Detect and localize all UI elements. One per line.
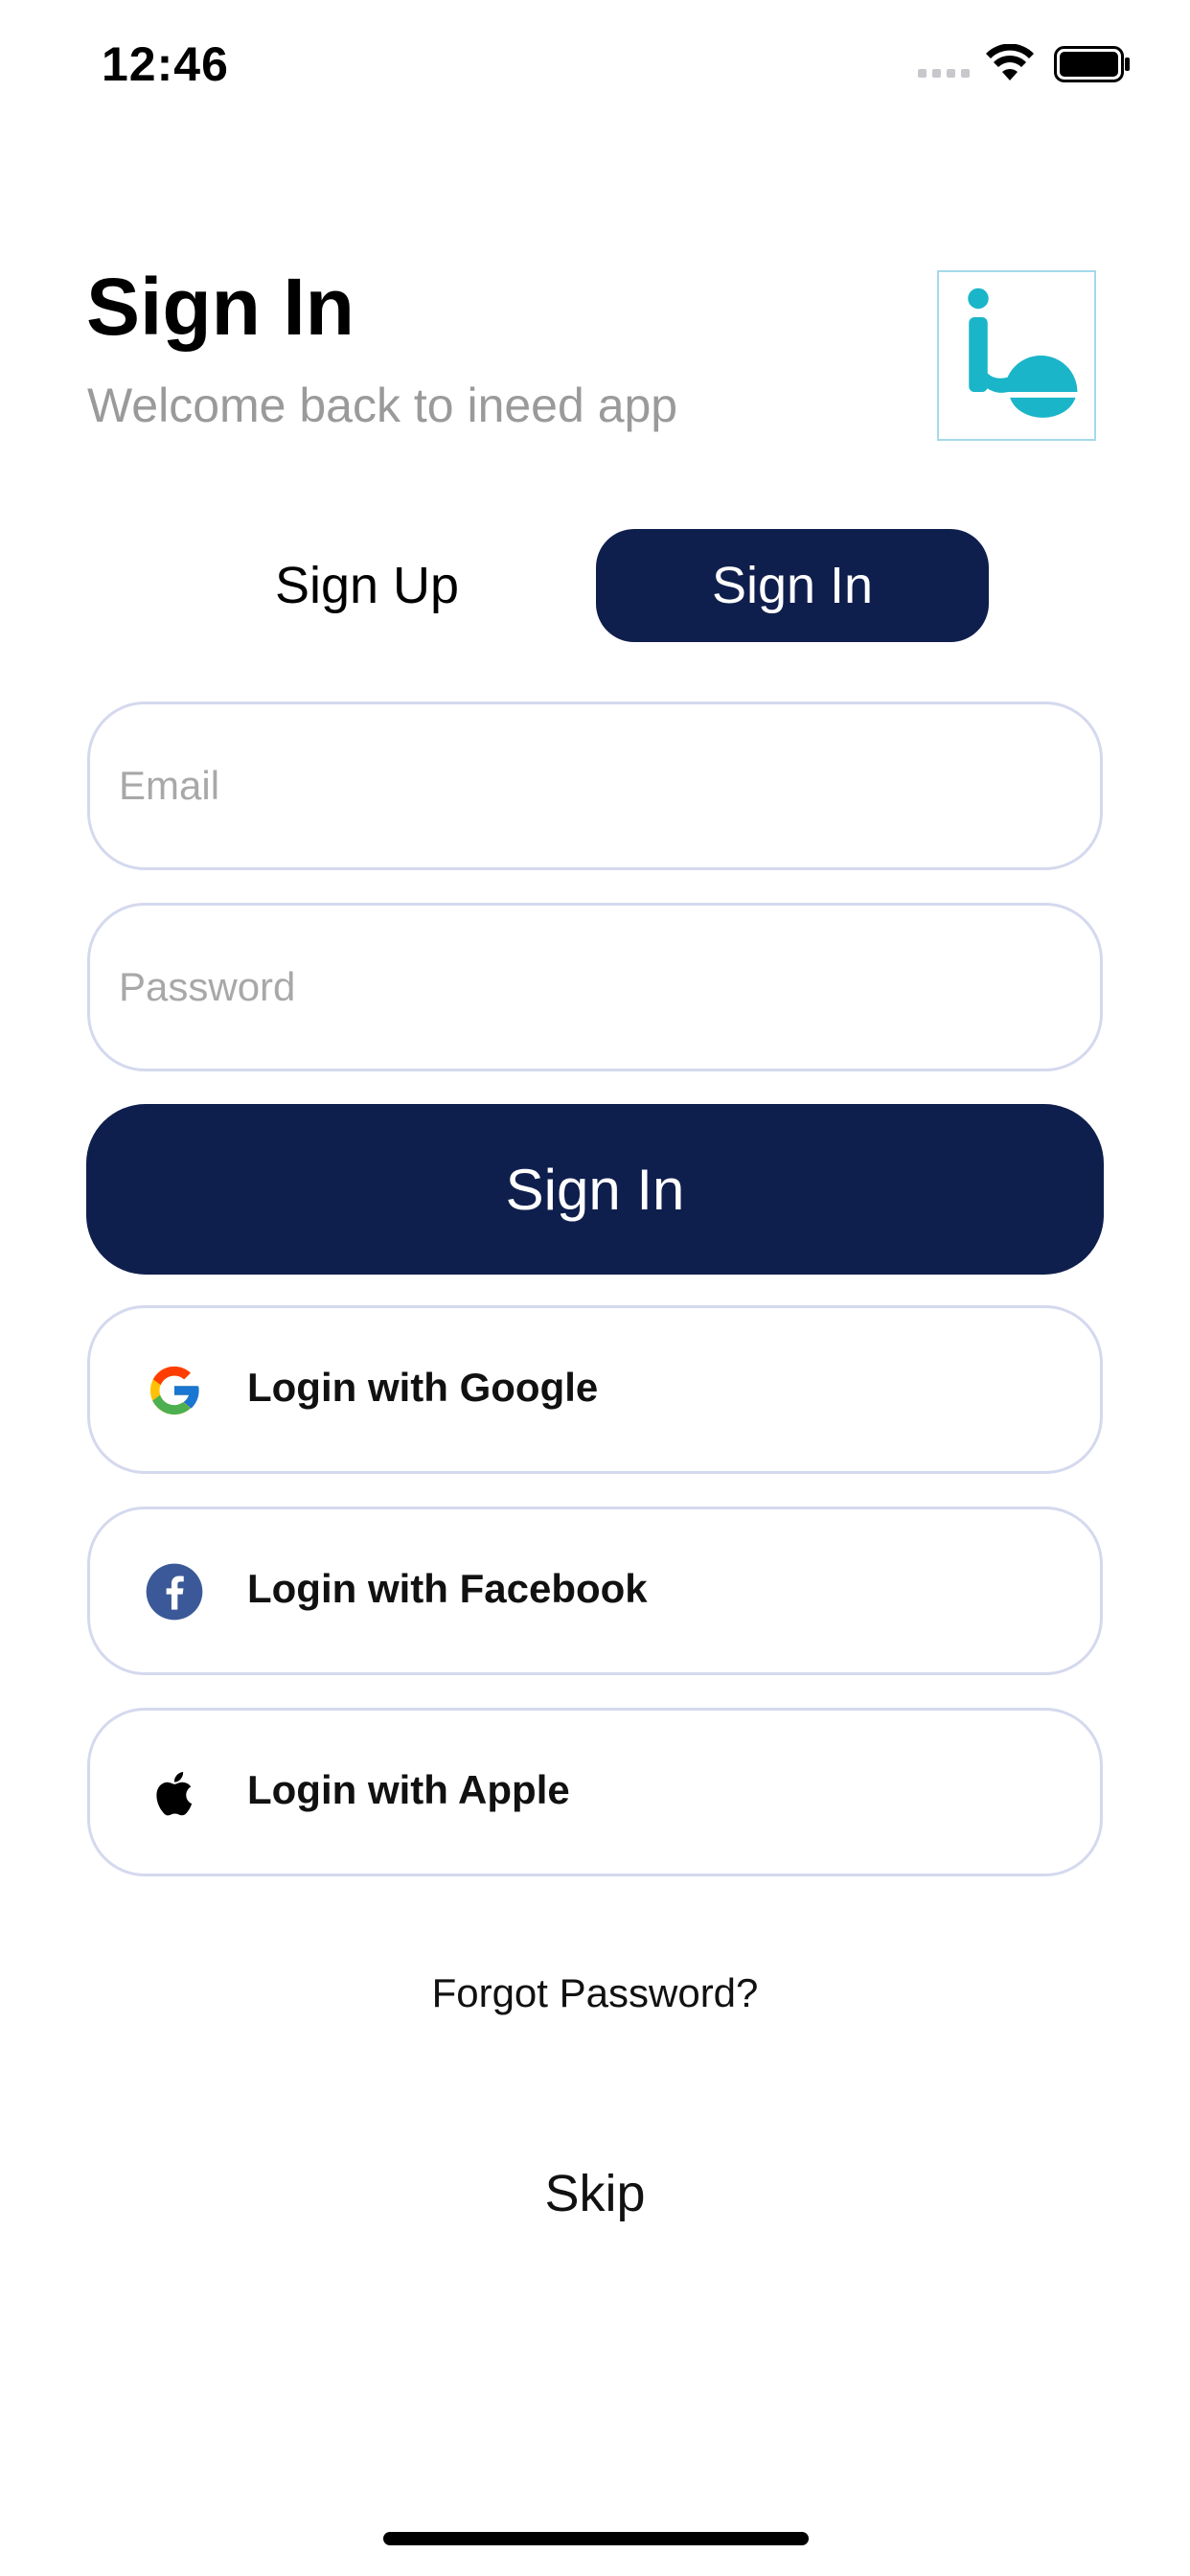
- password-input[interactable]: [117, 963, 1073, 1011]
- app-logo: [937, 270, 1096, 441]
- facebook-icon: [144, 1561, 205, 1622]
- battery-icon: [1054, 46, 1131, 82]
- google-button-label: Login with Google: [247, 1365, 599, 1410]
- apple-icon: [144, 1762, 205, 1824]
- sign-in-button[interactable]: Sign In: [86, 1104, 1104, 1275]
- cellular-signal-icon: [918, 69, 970, 78]
- login-with-apple-button[interactable]: Login with Apple: [87, 1708, 1103, 1876]
- google-icon: [144, 1360, 205, 1421]
- facebook-button-label: Login with Facebook: [247, 1566, 648, 1611]
- tab-sign-in[interactable]: Sign In: [596, 529, 989, 642]
- status-bar: 12:46: [0, 0, 1190, 126]
- login-with-google-button[interactable]: Login with Google: [87, 1305, 1103, 1474]
- page-subtitle: Welcome back to ineed app: [87, 379, 678, 432]
- ineed-logo-icon: [968, 288, 1078, 418]
- email-input[interactable]: [117, 762, 1073, 810]
- email-field-container: [87, 702, 1103, 870]
- apple-button-label: Login with Apple: [247, 1767, 570, 1812]
- tab-sign-up[interactable]: Sign Up: [171, 529, 563, 642]
- login-with-facebook-button[interactable]: Login with Facebook: [87, 1506, 1103, 1675]
- page-title: Sign In: [86, 262, 355, 352]
- password-field-container: [87, 903, 1103, 1071]
- home-indicator[interactable]: [383, 2532, 809, 2545]
- wifi-icon: [985, 43, 1035, 82]
- forgot-password-link[interactable]: Forgot Password?: [0, 1970, 1190, 2016]
- status-time: 12:46: [102, 37, 229, 91]
- skip-link[interactable]: Skip: [0, 2164, 1190, 2223]
